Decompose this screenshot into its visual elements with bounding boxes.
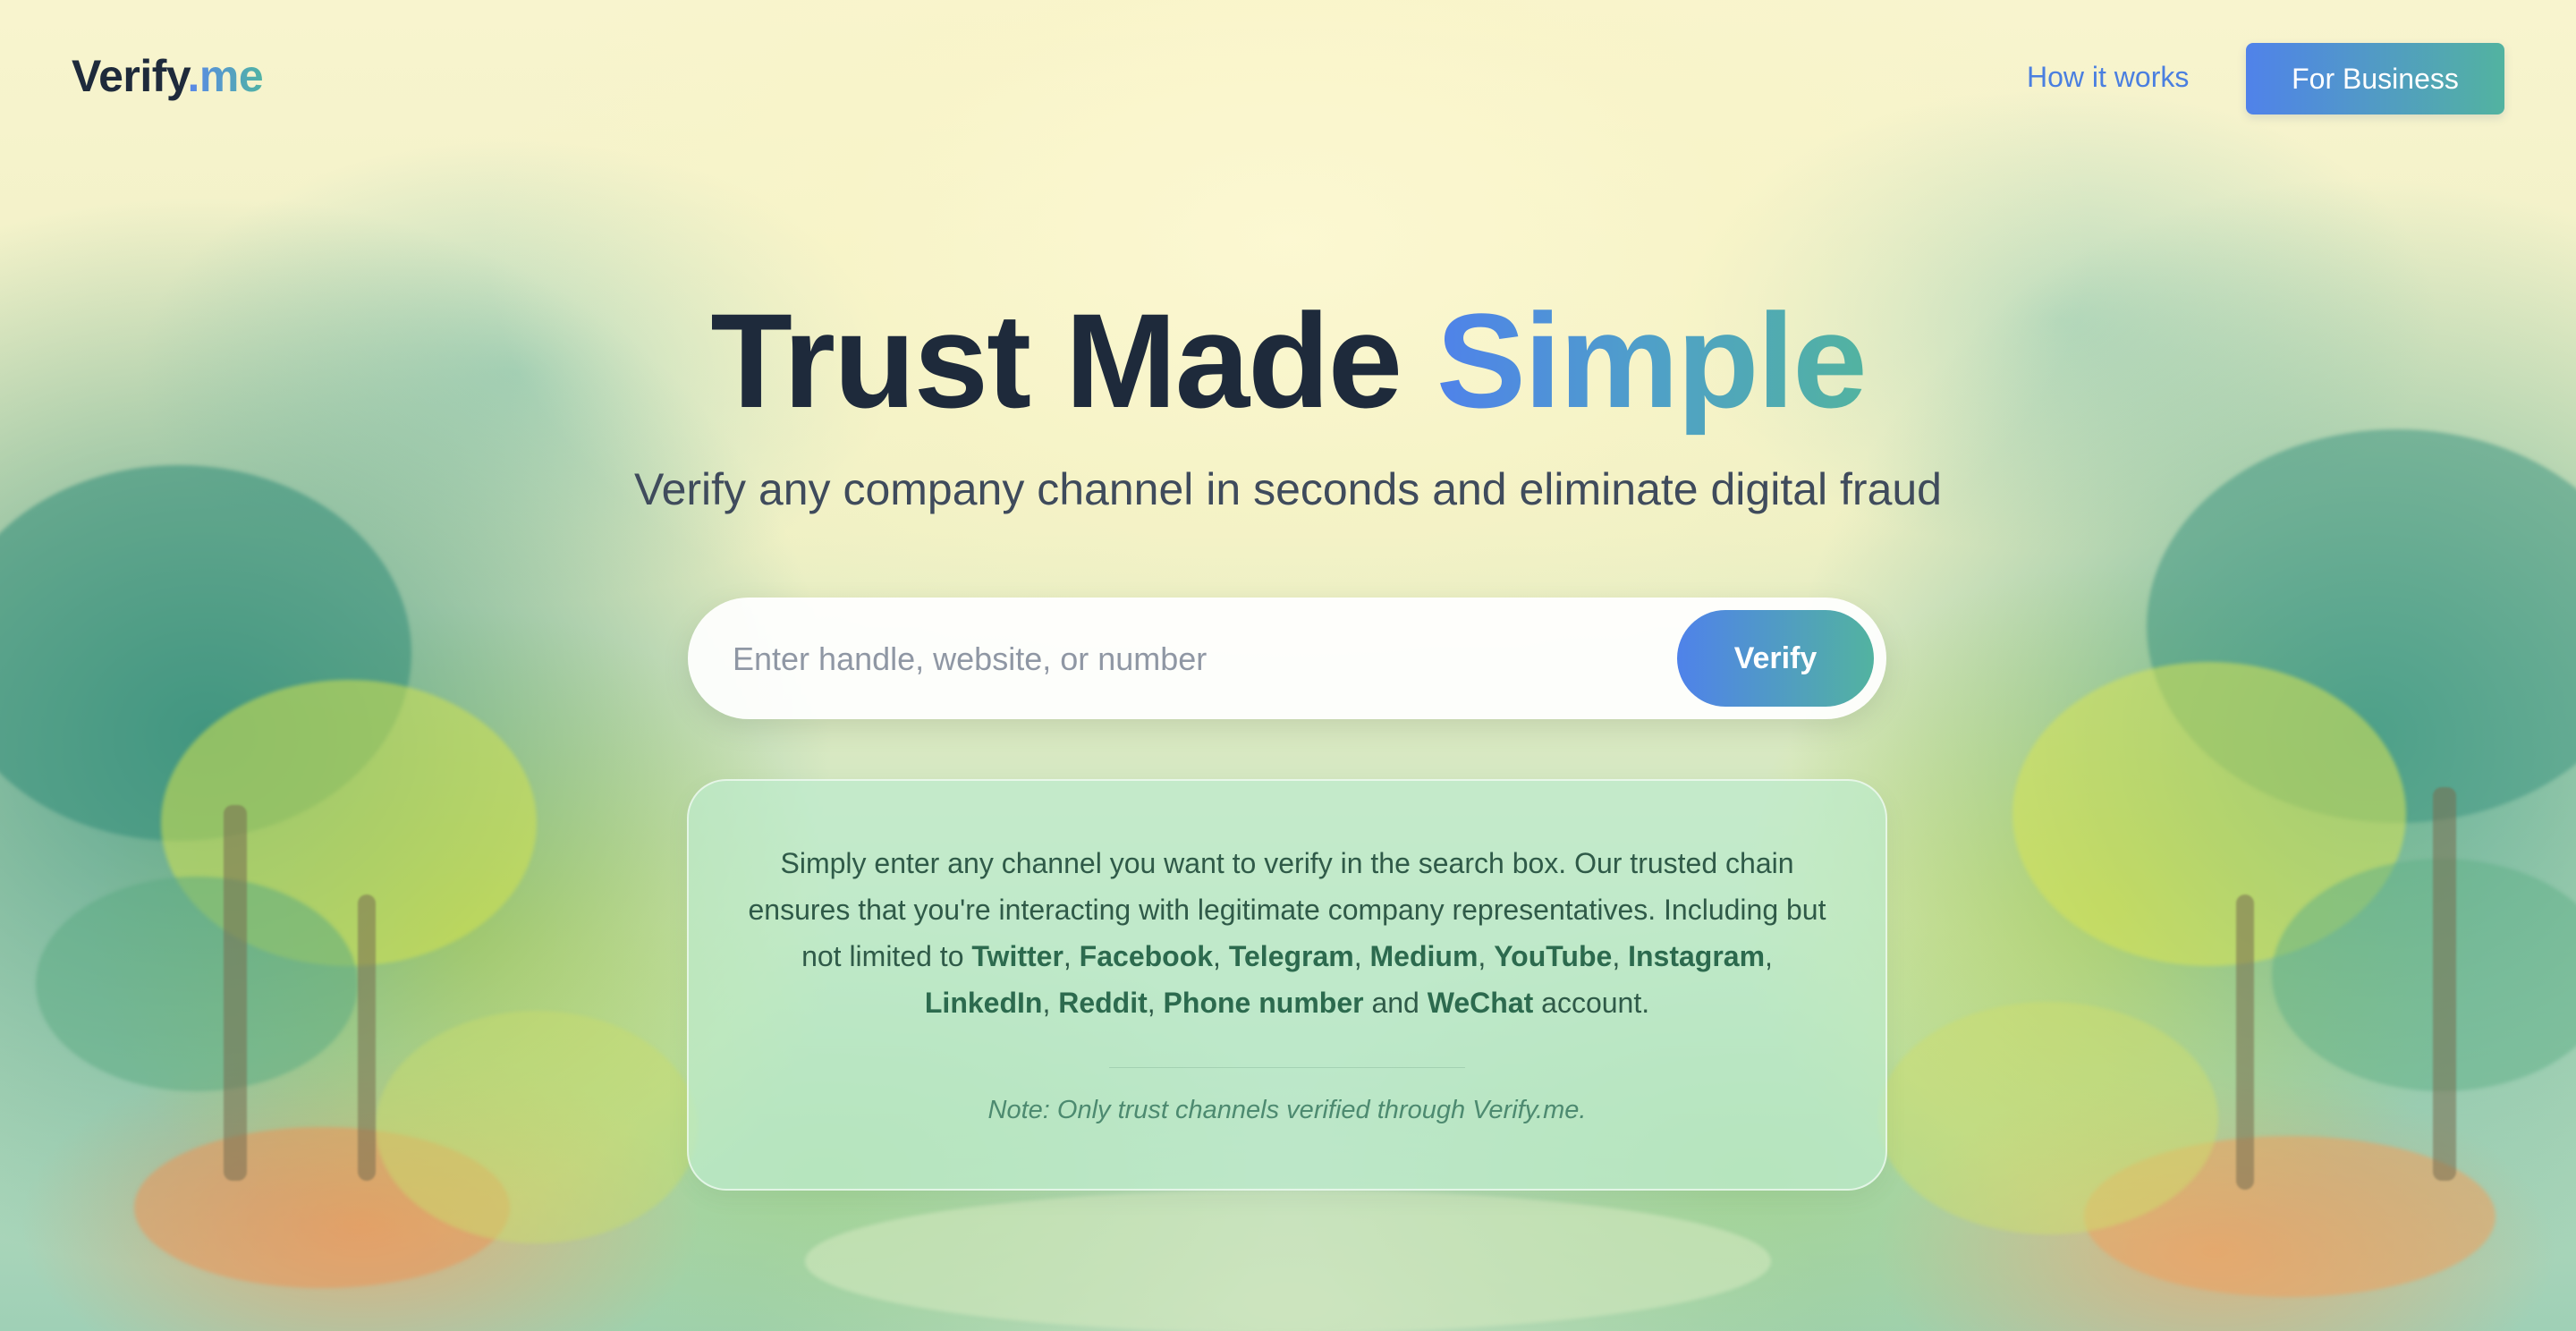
info-note: Note: Only trust channels verified throu…	[987, 1096, 1587, 1124]
logo-text: Verify	[72, 51, 188, 101]
channel-youtube: YouTube	[1494, 940, 1613, 972]
channel-medium: Medium	[1369, 940, 1479, 972]
top-nav: Verify.me How it works For Business	[0, 0, 2576, 157]
channel-phone-number: Phone number	[1163, 987, 1364, 1019]
logo[interactable]: Verify.me	[72, 50, 264, 102]
channel-facebook: Facebook	[1079, 940, 1214, 972]
channel-reddit: Reddit	[1058, 987, 1148, 1019]
search-bar: Verify	[688, 598, 1886, 719]
info-suffix: account.	[1533, 987, 1650, 1019]
channel-linkedin: LinkedIn	[924, 987, 1043, 1019]
hero-title: Trust Made Simple	[0, 284, 2576, 437]
hero-subtitle: Verify any company channel in seconds an…	[634, 464, 1942, 514]
logo-tld: .me	[187, 51, 264, 101]
verify-button[interactable]: Verify	[1677, 610, 1874, 707]
channel-instagram: Instagram	[1628, 940, 1766, 972]
channel-wechat: WeChat	[1427, 987, 1534, 1019]
channel-telegram: Telegram	[1228, 940, 1354, 972]
info-and-word: and	[1363, 987, 1428, 1019]
info-card: Simply enter any channel you want to ver…	[687, 779, 1887, 1191]
card-divider	[1109, 1067, 1465, 1068]
info-card-text: Simply enter any channel you want to ver…	[748, 847, 1826, 1019]
search-input[interactable]	[731, 630, 1629, 689]
page: Verify.me How it works For Business Trus…	[0, 0, 2576, 1331]
how-it-works-link[interactable]: How it works	[2027, 61, 2189, 94]
for-business-button[interactable]: For Business	[2246, 43, 2504, 114]
channel-twitter: Twitter	[971, 940, 1063, 972]
hero-title-main: Trust Made	[710, 285, 1436, 436]
hero-title-accent: Simple	[1436, 285, 1868, 436]
